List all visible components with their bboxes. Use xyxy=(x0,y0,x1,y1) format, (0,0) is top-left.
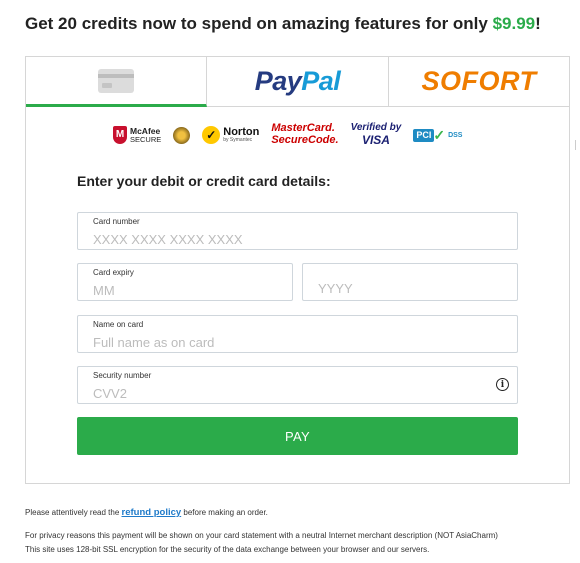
norton-badge: ✓ Norton by Symantec xyxy=(202,126,259,144)
price-text: $9.99 xyxy=(492,14,536,33)
seal-icon xyxy=(173,126,191,144)
mcafee-badge: M McAfee SECURE xyxy=(113,126,161,144)
name-on-card-field[interactable]: Name on card xyxy=(77,315,518,353)
security-number-label: Security number xyxy=(93,371,152,380)
mcafee-shield-icon: M xyxy=(113,126,127,144)
card-expiry-label: Card expiry xyxy=(93,268,134,277)
security-number-field[interactable]: Security number i xyxy=(77,366,518,404)
payment-panel: PayPal SOFORT M McAfee SECURE ✓ Norton b… xyxy=(25,56,570,484)
expiry-year-input[interactable] xyxy=(318,279,502,297)
tab-credit-card[interactable] xyxy=(26,57,207,107)
credit-card-icon xyxy=(98,68,134,93)
name-on-card-label: Name on card xyxy=(93,320,144,329)
form-title: Enter your debit or credit card details: xyxy=(77,173,331,189)
payment-method-tabs: PayPal SOFORT xyxy=(26,57,569,107)
tab-sofort[interactable]: SOFORT xyxy=(389,57,569,107)
card-number-label: Card number xyxy=(93,217,140,226)
cvv-input[interactable] xyxy=(93,384,502,402)
security-badges: M McAfee SECURE ✓ Norton by Symantec Mas… xyxy=(113,123,462,147)
headline-suffix: ! xyxy=(535,14,541,33)
mastercard-securecode-badge: MasterCard. SecureCode. xyxy=(271,122,339,146)
card-expiry-year-field[interactable] xyxy=(302,263,518,301)
privacy-note: For privacy reasons this payment will be… xyxy=(25,531,498,540)
check-icon: ✓ xyxy=(433,127,446,143)
headline-text: Get 20 credits now to spend on amazing f… xyxy=(25,14,493,33)
card-expiry-field[interactable]: Card expiry xyxy=(77,263,293,301)
paypal-logo: PayPal xyxy=(254,66,341,96)
scrollbar-edge xyxy=(575,140,580,150)
card-number-field[interactable]: Card number xyxy=(77,212,518,250)
refund-policy-link[interactable]: refund policy xyxy=(122,507,182,518)
name-on-card-input[interactable] xyxy=(93,333,502,351)
verified-by-visa-badge: Verified by VISA xyxy=(350,122,402,147)
tab-paypal[interactable]: PayPal xyxy=(207,57,389,107)
sofort-logo: SOFORT xyxy=(421,66,537,96)
card-number-input[interactable] xyxy=(93,230,502,248)
expiry-month-input[interactable] xyxy=(93,281,277,299)
offer-headline: Get 20 credits now to spend on amazing f… xyxy=(25,14,541,34)
norton-check-icon: ✓ xyxy=(202,126,221,144)
refund-note: Please attentively read the refund polic… xyxy=(25,507,268,518)
seal-badge xyxy=(173,126,191,144)
pay-button[interactable]: PAY xyxy=(77,417,518,455)
pci-dss-badge: PCI ✓ DSS xyxy=(413,128,462,142)
ssl-note: This site uses 128-bit SSL encryption fo… xyxy=(25,545,430,554)
info-icon[interactable]: i xyxy=(496,378,509,391)
